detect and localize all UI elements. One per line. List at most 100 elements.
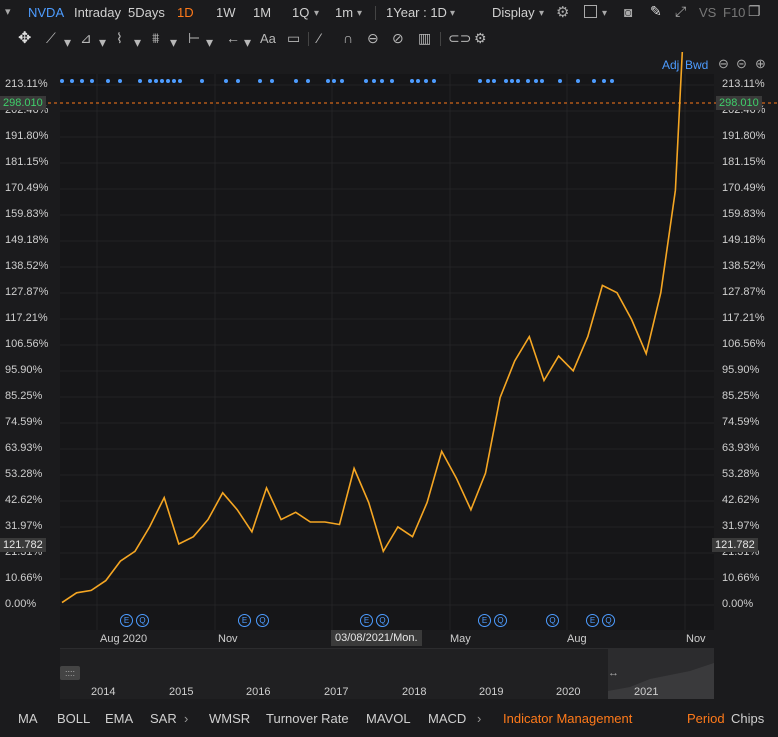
zoom-out-icon[interactable]: ⊖ (718, 56, 729, 72)
indicator-bar: MA BOLL EMA SAR › WMSR Turnover Rate MAV… (0, 706, 778, 737)
chevron-down-icon[interactable]: ▾ (170, 34, 177, 51)
chevron-right-icon[interactable]: › (477, 711, 481, 726)
popout-icon[interactable]: ❐ (748, 3, 761, 20)
wave-tool-icon[interactable]: ⌇ (116, 30, 123, 47)
overview-year-2015: 2015 (169, 686, 194, 698)
overview-navigator[interactable]: :::: ↔ ↔ (60, 648, 714, 699)
chevron-down-icon[interactable]: ▾ (314, 8, 319, 19)
overview-year-2021: 2021 (634, 686, 659, 698)
chevron-down-icon[interactable]: ▾ (450, 8, 455, 19)
y-tick-label: 31.97% (5, 520, 43, 532)
symbol-tab[interactable]: NVDA (28, 5, 64, 20)
lock-icon[interactable]: ⊖ (367, 30, 379, 47)
channel-tool-icon[interactable]: ⊿ (80, 30, 92, 47)
chevron-down-icon[interactable]: ▾ (134, 34, 141, 51)
quarter-marker[interactable]: Q (376, 614, 389, 627)
earnings-marker[interactable]: E (586, 614, 599, 627)
line-tool-icon[interactable]: ⟋ (46, 30, 56, 47)
bwd-label[interactable]: Bwd (685, 58, 708, 72)
overview-year-2019: 2019 (479, 686, 504, 698)
chevron-down-icon[interactable]: ▾ (357, 8, 362, 19)
marker-dot (516, 79, 520, 83)
five-days-tab[interactable]: 5Days (128, 5, 165, 20)
text-tool-icon[interactable]: Aa (260, 31, 276, 46)
quarter-marker[interactable]: Q (136, 614, 149, 627)
y-tick-label: 0.00% (722, 598, 754, 610)
chips-tab[interactable]: Chips (731, 711, 764, 726)
earnings-marker[interactable]: E (120, 614, 133, 627)
earnings-marker[interactable]: E (238, 614, 251, 627)
fibonacci-tool-icon[interactable]: ⩩ (152, 30, 159, 47)
y-tick-label: 159.83% (5, 208, 49, 220)
indicator-turnover-rate[interactable]: Turnover Rate (266, 711, 349, 726)
indicator-macd[interactable]: MACD (428, 711, 466, 726)
divider (308, 32, 309, 46)
y-tick-label: 0.00% (5, 598, 37, 610)
marker-dot (172, 79, 176, 83)
zoom-in-icon[interactable]: ⊕ (755, 56, 766, 72)
f10-button[interactable]: F10 (723, 5, 745, 20)
move-icon[interactable]: ✥ (18, 28, 31, 48)
period-tab[interactable]: Period (687, 711, 725, 726)
indicator-ma[interactable]: MA (18, 711, 38, 726)
link-icon[interactable]: ⊂⊃ (448, 30, 471, 47)
one-month-tab[interactable]: 1M (253, 5, 271, 20)
one-day-tab[interactable]: 1D (177, 5, 194, 20)
comment-icon[interactable]: ▭ (287, 30, 300, 47)
one-minute-tab[interactable]: 1m (335, 5, 353, 20)
overview-sparkline (608, 663, 714, 699)
reset-zoom-icon[interactable]: ⊝ (736, 56, 747, 72)
one-week-tab[interactable]: 1W (216, 5, 236, 20)
y-tick-label: 213.11% (722, 78, 765, 90)
indicator-management-link[interactable]: Indicator Management (503, 711, 632, 726)
chevron-down-icon[interactable]: ▾ (206, 34, 213, 51)
chevron-down-icon[interactable]: ▾ (244, 34, 251, 51)
quarter-marker[interactable]: Q (256, 614, 269, 627)
intraday-tab[interactable]: Intraday (74, 5, 121, 20)
price-chart[interactable]: Adj Bwd ⊖ ⊝ ⊕ 213.11% 213.11% 202.46% 202.4… (0, 52, 778, 652)
quarter-marker[interactable]: Q (494, 614, 507, 627)
earnings-marker[interactable]: E (360, 614, 373, 627)
marker-dot (224, 79, 228, 83)
settings-icon[interactable]: ⚙ (474, 30, 487, 47)
range-select[interactable]: 1Year : 1D (386, 5, 447, 20)
marker-dot (372, 79, 376, 83)
chevron-right-icon[interactable]: › (184, 711, 188, 726)
quarter-marker[interactable]: Q (546, 614, 559, 627)
marker-dot (118, 79, 122, 83)
indicator-mavol[interactable]: MAVOL (366, 711, 411, 726)
cursor-price-right: 121.782 (712, 538, 758, 552)
display-menu[interactable]: Display (492, 5, 535, 20)
quarter-marker[interactable]: Q (602, 614, 615, 627)
one-quarter-tab[interactable]: 1Q (292, 5, 309, 20)
fullscreen-icon[interactable]: ⤢ (675, 3, 686, 20)
trash-icon[interactable]: ▥ (418, 30, 431, 47)
chevron-down-icon[interactable]: ▾ (64, 34, 71, 51)
gear-icon[interactable]: ⚙ (556, 3, 569, 21)
arrow-tool-icon[interactable]: ← (226, 30, 240, 46)
divider (440, 32, 441, 46)
marker-dot (576, 79, 580, 83)
chevron-down-icon[interactable]: ▾ (5, 5, 11, 18)
indicator-sar[interactable]: SAR (150, 711, 177, 726)
current-price-right: 298.010 (716, 96, 762, 110)
indicator-wmsr[interactable]: WMSR (209, 711, 250, 726)
indicator-ema[interactable]: EMA (105, 711, 133, 726)
hide-icon[interactable]: ⊘ (392, 30, 404, 47)
x-tick-aug-2020: Aug 2020 (100, 633, 148, 645)
marker-dot (138, 79, 142, 83)
vs-button[interactable]: VS (699, 5, 716, 20)
chevron-down-icon[interactable]: ▾ (539, 8, 544, 19)
square-icon[interactable] (584, 5, 597, 18)
chevron-down-icon[interactable]: ▾ (602, 8, 607, 19)
pen-icon[interactable]: ✎ (650, 3, 662, 20)
magnet-icon[interactable]: ∩ (343, 30, 353, 46)
camera-icon[interactable]: ◙ (624, 4, 632, 20)
adj-label[interactable]: Adj (662, 58, 679, 72)
y-tick-label: 170.49% (722, 182, 766, 194)
pencil-icon[interactable]: ⁄ (318, 30, 320, 46)
indicator-boll[interactable]: BOLL (57, 711, 90, 726)
earnings-marker[interactable]: E (478, 614, 491, 627)
measure-tool-icon[interactable]: ⊢ (188, 30, 200, 47)
chevron-down-icon[interactable]: ▾ (99, 34, 106, 51)
